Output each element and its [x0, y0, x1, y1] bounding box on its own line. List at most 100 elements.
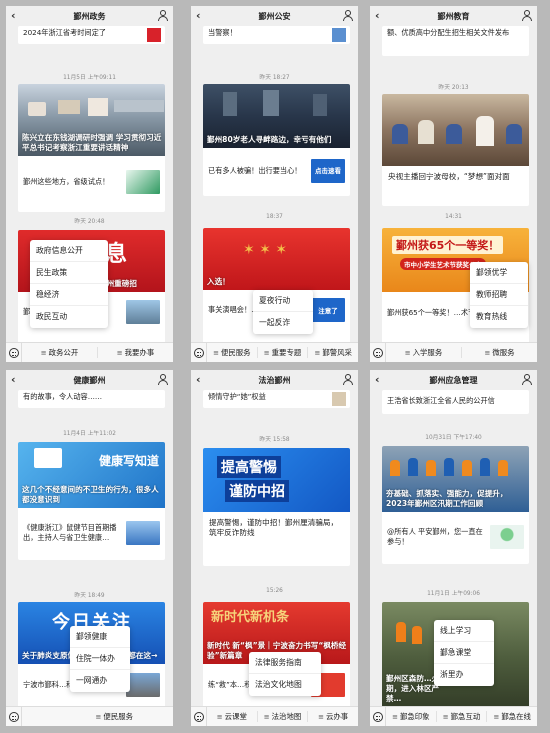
article-headline: 提高警惕，谨防中招！鄞州厘清骗局，筑牢反诈防线	[209, 518, 339, 537]
menu-tab[interactable]: ≡ 我要办事	[98, 347, 173, 358]
timestamp: 昨天 18:27	[259, 75, 290, 81]
profile-icon[interactable]	[343, 10, 353, 21]
keyboard-icon[interactable]	[6, 707, 22, 726]
message-snippet: 额、优质高中分配生招生相关文件发布	[387, 28, 510, 37]
submenu-item[interactable]: 一网通办	[70, 670, 130, 692]
message-card[interactable]: 王浩省长致浙江全省人民的公开信	[382, 390, 529, 414]
list-item-thumbnail	[126, 521, 160, 545]
submenu-popup: 法律服务指南 法治文化地图	[249, 652, 321, 696]
back-arrow-icon[interactable]: ‹	[196, 9, 201, 22]
menu-tab[interactable]: ≡ 鄞急互动	[437, 711, 488, 722]
submenu-item[interactable]: 教育热线	[470, 306, 528, 328]
article-card[interactable]: 提高警惕 谨防中招 提高警惕，谨防中招！鄞州厘清骗局，筑牢反诈防线	[203, 448, 350, 566]
banner-title: 鄞州获65个一等奖！	[392, 236, 504, 254]
submenu-item[interactable]: 夏夜行动	[253, 290, 313, 312]
profile-icon[interactable]	[522, 374, 532, 385]
profile-icon[interactable]	[158, 374, 168, 385]
timestamp: 14:31	[445, 214, 462, 220]
timestamp: 11月5日 上午09:11	[63, 75, 116, 81]
list-item[interactable]: 《健康浙江》鼠健节目首期播出，主持人与省卫生健康…	[18, 508, 165, 558]
submenu-popup: 鄞领优学 教师招聘 教育热线	[470, 262, 528, 328]
article-banner: 提高警惕 谨防中招	[203, 448, 350, 512]
menu-tab[interactable]: ≡ 重要专题	[258, 347, 309, 358]
article-banner: 鄞州80岁老人寻衅路边，幸亏有他们	[203, 84, 350, 148]
timestamp: 昨天 18:49	[74, 593, 105, 599]
profile-icon[interactable]	[158, 10, 168, 21]
banner-line-1: 提高警惕	[217, 456, 281, 478]
list-item[interactable]: 鄞州这些地方，省级试点！	[18, 156, 165, 208]
back-arrow-icon[interactable]: ‹	[196, 373, 201, 386]
message-card[interactable]: 有的故事，令人动容……	[18, 390, 165, 408]
submenu-item[interactable]: 一起反诈	[253, 312, 313, 334]
submenu-popup: 鄞领健康 住院一体办 一网通办	[70, 626, 130, 692]
message-snippet: 2024年浙江省考时间定了	[23, 28, 106, 37]
menu-tab[interactable]: ≡ 鄞警风采	[308, 347, 358, 358]
article-card[interactable]: 央视主播回宁波母校，“梦想”面对面	[382, 94, 529, 206]
nav-bar: ‹ 鄞州应急管理	[370, 370, 537, 390]
keyboard-icon[interactable]	[6, 343, 22, 362]
submenu-item[interactable]: 浙里办	[434, 664, 494, 686]
article-card[interactable]: 陈兴立在东钱湖调研时强调 学习贯彻习近平总书记考察浙江重要讲话精神 鄞州这些地方…	[18, 84, 165, 212]
submenu-item[interactable]: 鄞急课堂	[434, 642, 494, 664]
menu-tab[interactable]: ≡ 云办事	[308, 711, 358, 722]
keyboard-icon[interactable]	[191, 343, 207, 362]
message-card[interactable]: 额、优质高中分配生招生相关文件发布	[382, 26, 529, 56]
keyboard-icon[interactable]	[191, 707, 207, 726]
account-title: 法治鄞州	[258, 375, 291, 385]
submenu-item[interactable]: 民生政策	[30, 262, 108, 284]
menu-tab[interactable]: ≡ 便民服务	[207, 347, 258, 358]
menu-tab[interactable]: ≡ 入学服务	[386, 347, 462, 358]
screenshot-grid: ‹ 鄞州政务 2024年浙江省考时间定了 11月5日 上午09:11 陈兴立在东…	[0, 0, 550, 733]
timestamp: 15:26	[266, 588, 283, 594]
menu-bar: ≡ 云课堂 ≡ 法治地图 ≡ 云办事	[191, 706, 358, 726]
profile-icon[interactable]	[343, 374, 353, 385]
list-item-title: 《健康浙江》鼠健节目首期播出，主持人与省卫生健康…	[23, 523, 117, 542]
article-banner: 夯基础、抓落实、强能力，促提升，2023年鄞州区汛期工作回顾	[382, 446, 529, 512]
timestamp: 昨天 20:13	[438, 85, 469, 91]
back-arrow-icon[interactable]: ‹	[11, 9, 16, 22]
panel-yinzhou-zhengwu: ‹ 鄞州政务 2024年浙江省考时间定了 11月5日 上午09:11 陈兴立在东…	[6, 6, 173, 362]
submenu-item[interactable]: 政府信息公开	[30, 240, 108, 262]
keyboard-icon[interactable]	[370, 707, 386, 726]
keyboard-icon[interactable]	[370, 343, 386, 362]
menu-tab[interactable]: ≡ 政务公开	[22, 347, 98, 358]
message-card[interactable]: 当警察！	[203, 26, 350, 44]
account-title: 鄞州公安	[258, 11, 291, 21]
list-item-thumbnail: 注意了	[311, 298, 345, 322]
back-arrow-icon[interactable]: ‹	[11, 373, 16, 386]
submenu-item[interactable]: 鄞领健康	[70, 626, 130, 648]
list-item-title: 鄞州这些地方，省级试点！	[23, 177, 110, 186]
profile-icon[interactable]	[522, 10, 532, 21]
submenu-item[interactable]: 住院一体办	[70, 648, 130, 670]
submenu-item[interactable]: 教师招聘	[470, 284, 528, 306]
submenu-item[interactable]: 法律服务指南	[249, 652, 321, 674]
article-card[interactable]: 鄞州80岁老人寻衅路边，幸亏有他们 已有多人被骗！出行要当心！ 点击速看	[203, 84, 350, 196]
message-card[interactable]: 2024年浙江省考时间定了	[18, 26, 165, 44]
back-arrow-icon[interactable]: ‹	[375, 9, 380, 22]
list-item[interactable]: @所有人 平安鄞州，您一直在参与！	[382, 512, 529, 562]
menu-tab[interactable]: ≡ 微服务	[462, 347, 537, 358]
article-headline: 入选！	[207, 277, 230, 286]
menu-tab[interactable]: ≡ 鄞急印象	[386, 711, 437, 722]
menu-tab[interactable]: ≡ 便民服务	[22, 711, 173, 722]
list-item[interactable]: 已有多人被骗！出行要当心！ 点击速看	[203, 148, 350, 194]
submenu-item[interactable]: 鄞领优学	[470, 262, 528, 284]
submenu-popup: 夏夜行动 一起反诈	[253, 290, 313, 334]
menu-tab[interactable]: ≡ 鄞急在线	[487, 711, 537, 722]
submenu-item[interactable]: 法治文化地图	[249, 674, 321, 696]
back-arrow-icon[interactable]: ‹	[375, 373, 380, 386]
article-card[interactable]: 健康写知道 这几个不经意间的不卫生的行为，很多人都没意识到 《健康浙江》鼠健节目…	[18, 442, 165, 560]
account-title: 鄞州政务	[73, 11, 106, 21]
menu-tab[interactable]: ≡ 云课堂	[207, 711, 258, 722]
article-headline: 夯基础、抓落实、强能力，促提升，2023年鄞州区汛期工作回顾	[386, 489, 508, 508]
list-item-title: @所有人 平安鄞州，您一直在参与！	[387, 527, 483, 546]
menu-bar: ≡ 入学服务 ≡ 微服务	[370, 342, 537, 362]
article-headline: 鄞州重磅招	[99, 279, 137, 288]
message-card[interactable]: 倾情守护“她”权益	[203, 390, 350, 408]
article-card[interactable]: 夯基础、抓落实、强能力，促提升，2023年鄞州区汛期工作回顾 @所有人 平安鄞州…	[382, 446, 529, 564]
submenu-item[interactable]: 线上学习	[434, 620, 494, 642]
nav-bar: ‹ 鄞州教育	[370, 6, 537, 26]
submenu-item[interactable]: 稳经济	[30, 284, 108, 306]
menu-tab[interactable]: ≡ 法治地图	[258, 711, 309, 722]
submenu-item[interactable]: 政民互动	[30, 306, 108, 328]
